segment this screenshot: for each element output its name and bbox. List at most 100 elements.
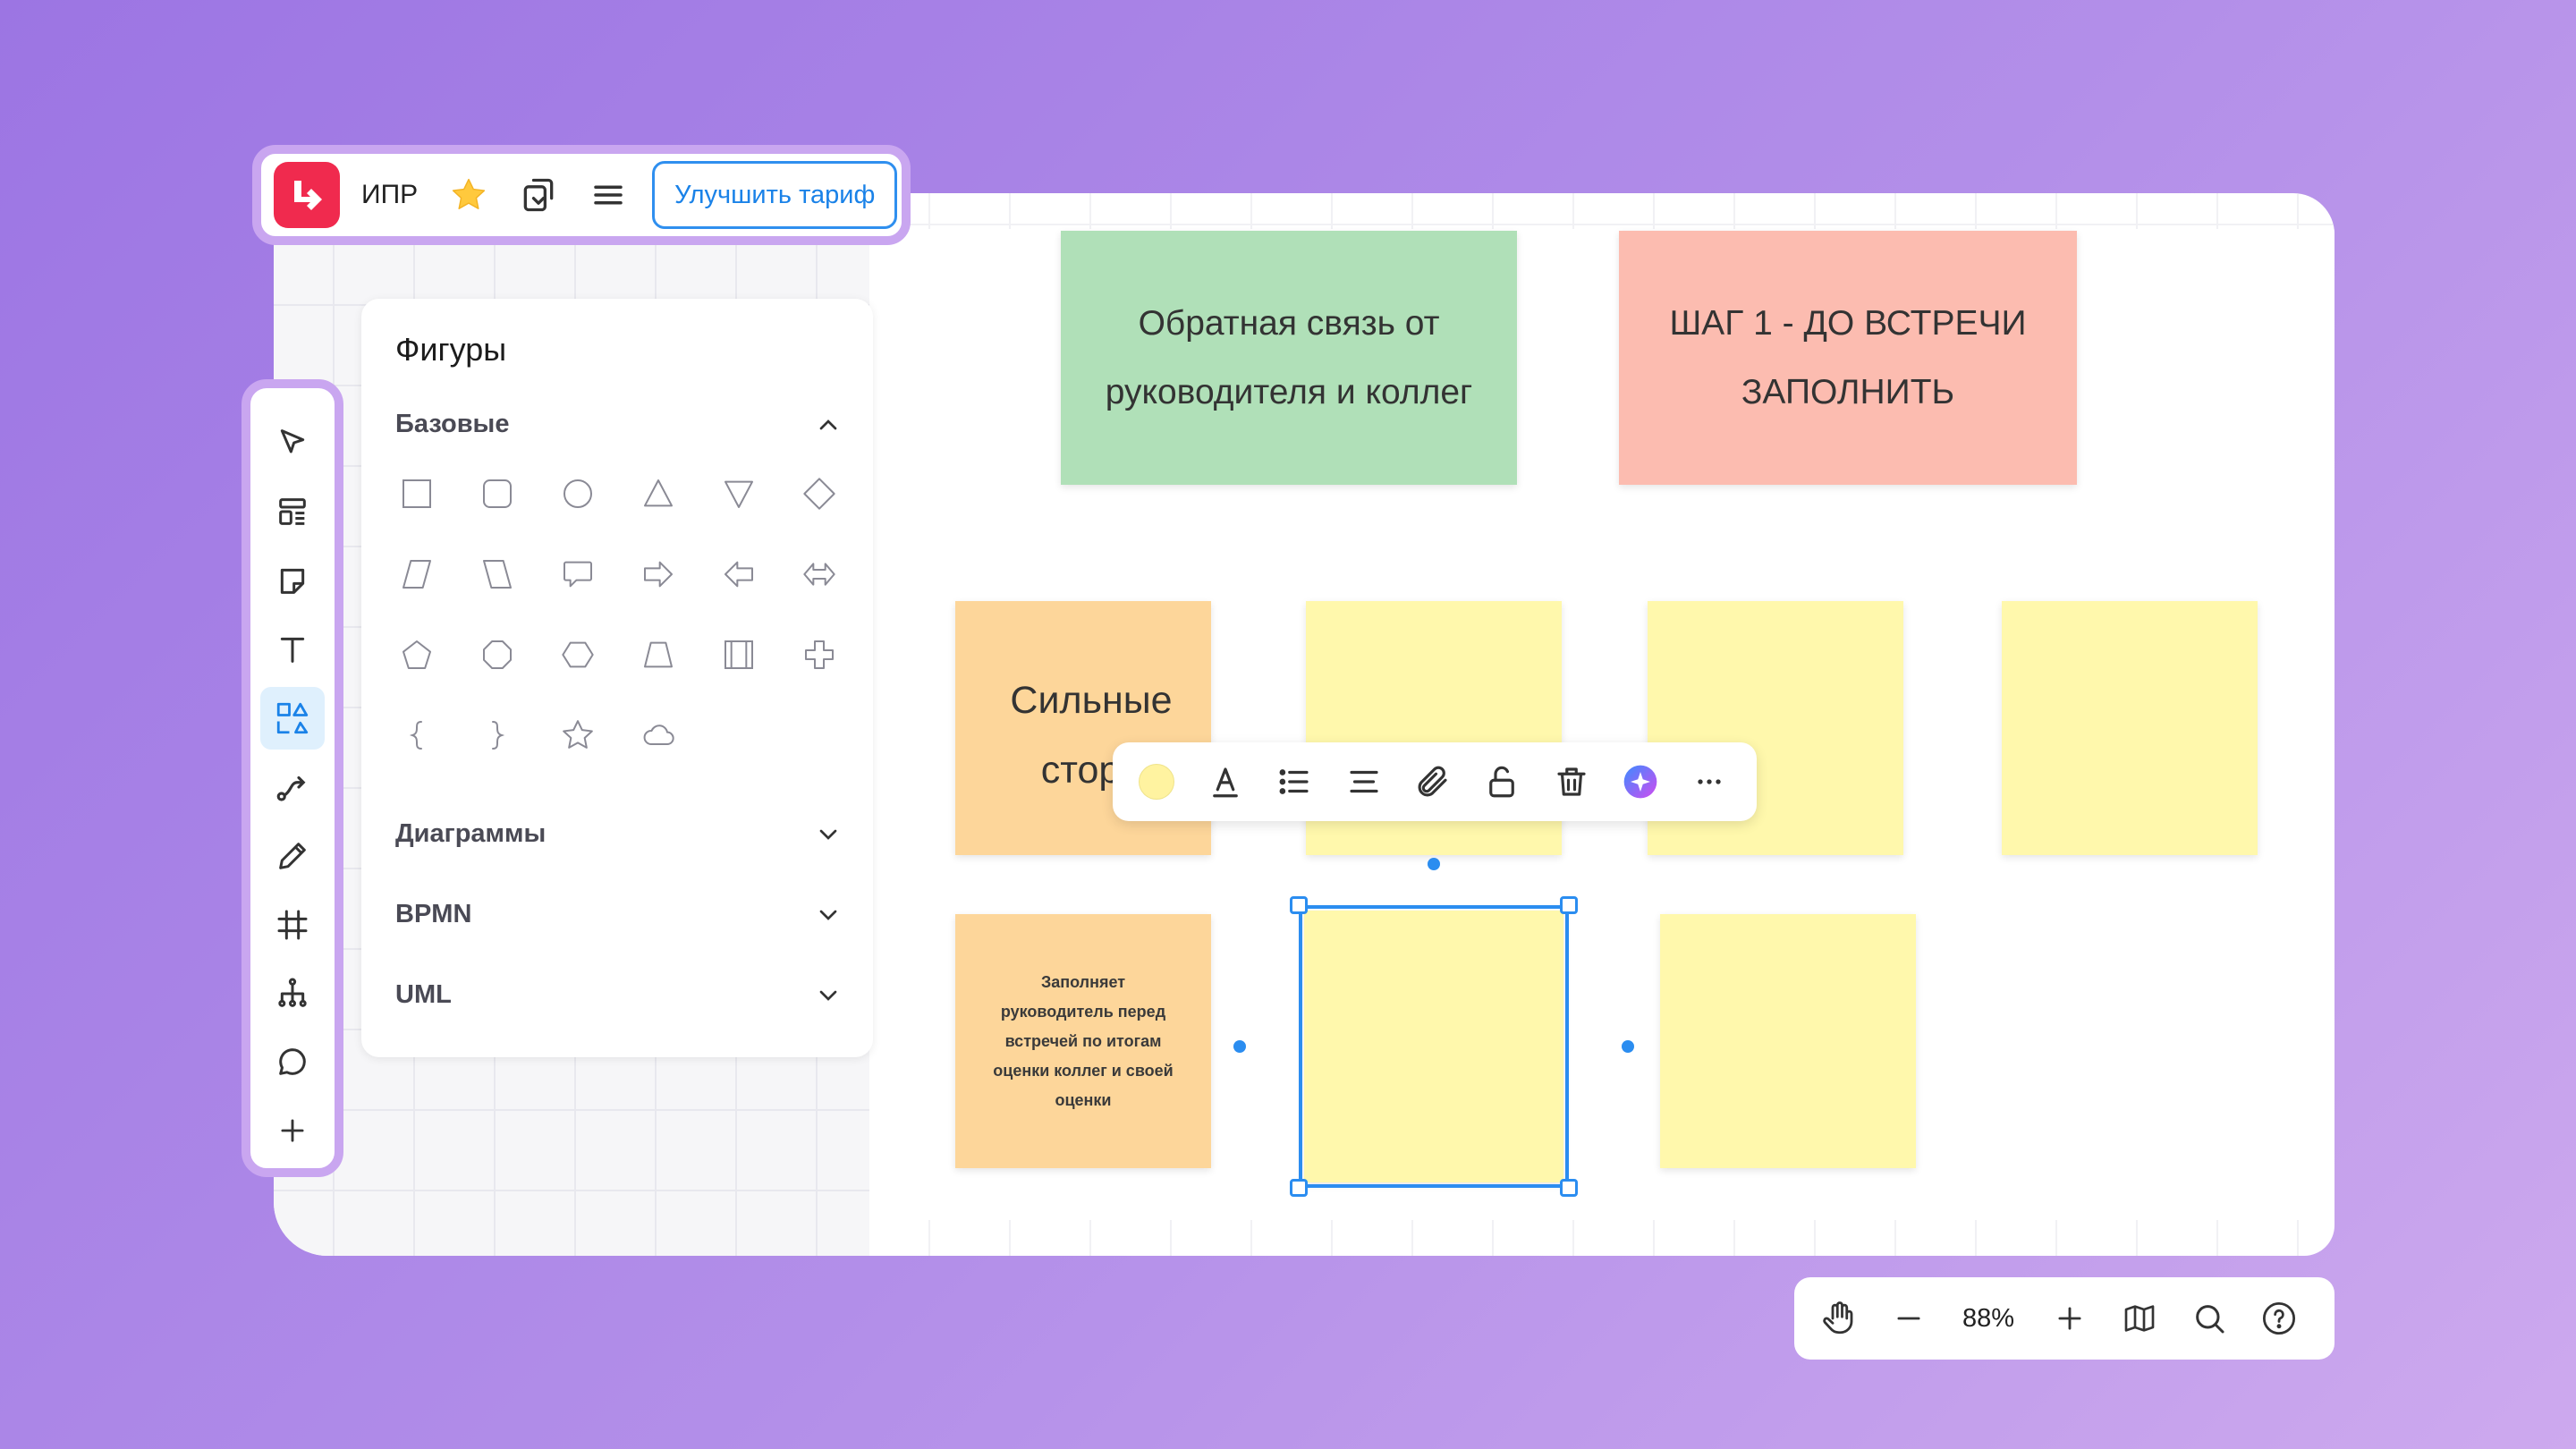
unlock-icon: [1489, 766, 1515, 798]
section-uml[interactable]: UML: [395, 980, 843, 1010]
list-icon: [1279, 769, 1309, 794]
share-icon[interactable]: [518, 174, 559, 216]
shape-double-arrow[interactable]: [800, 555, 839, 594]
ai-button[interactable]: [1618, 759, 1662, 804]
sticky-feedback-header[interactable]: Обратная связь от руководителя и коллег: [1061, 231, 1517, 485]
color-swatch[interactable]: [1134, 759, 1178, 804]
text-color-button[interactable]: [1203, 759, 1247, 804]
star-icon[interactable]: [448, 174, 489, 216]
shape-diamond[interactable]: [800, 474, 839, 513]
connection-point[interactable]: [1428, 858, 1440, 870]
sticky-text: Заполняет руководитель перед встречей по…: [993, 972, 1174, 1109]
section-diagrams[interactable]: Диаграммы: [395, 819, 843, 849]
attach-button[interactable]: [1411, 759, 1454, 804]
app-logo[interactable]: [274, 162, 340, 228]
shape-speech-bubble[interactable]: [558, 555, 597, 594]
search-button[interactable]: [2188, 1297, 2231, 1340]
section-basic[interactable]: Базовые: [395, 410, 843, 439]
hand-icon: [1823, 1301, 1853, 1335]
shapes-icon: [276, 702, 309, 734]
sticky-note-tool[interactable]: [260, 549, 325, 613]
text-color-icon: [1213, 767, 1238, 798]
shape-octagon[interactable]: [478, 635, 517, 674]
trash-icon: [1557, 767, 1586, 796]
plus-icon: [281, 1119, 304, 1142]
shape-triangle[interactable]: [639, 474, 678, 513]
search-icon: [2196, 1305, 2224, 1334]
chevron-up-icon: [819, 419, 837, 429]
shape-circle[interactable]: [558, 474, 597, 513]
shape-arrow-right[interactable]: [639, 555, 678, 594]
hand-tool[interactable]: [1818, 1297, 1860, 1340]
chevron-down-icon: [819, 910, 837, 920]
align-button[interactable]: [1342, 759, 1385, 804]
help-icon: [2262, 1301, 2296, 1335]
shape-cloud[interactable]: [639, 716, 678, 755]
connector-tool[interactable]: [260, 756, 325, 819]
minimap-button[interactable]: [2118, 1297, 2161, 1340]
shape-brace-left[interactable]: [397, 716, 436, 755]
lock-button[interactable]: [1480, 759, 1524, 804]
resize-handle[interactable]: [1560, 896, 1578, 914]
shape-cross[interactable]: [800, 635, 839, 674]
resize-handle[interactable]: [1560, 1179, 1578, 1197]
shape-rounded-rectangle[interactable]: [478, 474, 517, 513]
more-icon: [1698, 779, 1721, 784]
comment-tool[interactable]: [260, 1030, 325, 1094]
help-button[interactable]: [2258, 1297, 2301, 1340]
menu-icon[interactable]: [588, 174, 629, 216]
shape-inverted-triangle[interactable]: [719, 474, 758, 513]
zoom-level[interactable]: 88%: [1957, 1304, 2020, 1334]
sticky-empty[interactable]: [1660, 914, 1916, 1168]
upgrade-plan-button[interactable]: Улучшить тариф: [652, 161, 898, 229]
templates-tool[interactable]: [260, 480, 325, 544]
ai-icon: [1623, 765, 1657, 799]
pointer-tool[interactable]: [260, 411, 325, 475]
section-title: Базовые: [395, 410, 510, 438]
shape-rectangle[interactable]: [397, 474, 436, 513]
connection-point[interactable]: [1233, 1040, 1246, 1053]
shape-process-box[interactable]: [719, 635, 758, 674]
shape-hexagon[interactable]: [558, 635, 597, 674]
sticky-manager-note[interactable]: Заполняет руководитель перед встречей по…: [955, 914, 1211, 1168]
pen-icon: [279, 842, 306, 869]
section-title: BPMN: [395, 900, 472, 928]
shape-brace-right[interactable]: [478, 716, 517, 755]
frame-icon: [277, 910, 308, 940]
panel-title: Фигуры: [395, 331, 507, 368]
shape-arrow-left[interactable]: [719, 555, 758, 594]
list-button[interactable]: [1273, 759, 1317, 804]
connection-point[interactable]: [1622, 1040, 1634, 1053]
templates-icon: [279, 498, 306, 525]
text-tool[interactable]: [260, 618, 325, 682]
shape-parallelogram[interactable]: [397, 555, 436, 594]
shapes-tool[interactable]: [260, 686, 325, 750]
board-name[interactable]: ИПР: [361, 180, 418, 210]
chevron-down-icon: [819, 990, 837, 1001]
shape-pentagon[interactable]: [397, 635, 436, 674]
sticky-step-header[interactable]: ШАГ 1 - ДО ВСТРЕЧИ ЗАПОЛНИТЬ: [1619, 231, 2077, 485]
pen-tool[interactable]: [260, 824, 325, 887]
delete-button[interactable]: [1549, 759, 1593, 804]
mindmap-tool[interactable]: [260, 962, 325, 1025]
minus-icon: [1897, 1317, 1920, 1320]
zoom-in-button[interactable]: [2048, 1297, 2091, 1340]
more-tools[interactable]: [260, 1099, 325, 1163]
zoom-bar: 88%: [1794, 1277, 2334, 1360]
shape-trapezoid[interactable]: [639, 635, 678, 674]
pointer-icon: [280, 429, 305, 453]
shape-star[interactable]: [558, 716, 597, 755]
zoom-out-button[interactable]: [1887, 1297, 1930, 1340]
sticky-empty[interactable]: [2002, 601, 2258, 855]
resize-handle[interactable]: [1290, 896, 1308, 914]
comment-icon: [279, 1048, 306, 1076]
top-bar: ИПР Улучшить тариф: [252, 145, 911, 245]
more-button[interactable]: [1688, 759, 1732, 804]
selection-box[interactable]: [1299, 905, 1569, 1188]
shapes-panel: Фигуры Базовые Диаграммы BPMN UML: [361, 299, 873, 1057]
section-bpmn[interactable]: BPMN: [395, 900, 843, 929]
shape-trapezoid-right[interactable]: [478, 555, 517, 594]
mindmap-icon: [278, 978, 307, 1007]
frame-tool[interactable]: [260, 893, 325, 956]
resize-handle[interactable]: [1290, 1179, 1308, 1197]
